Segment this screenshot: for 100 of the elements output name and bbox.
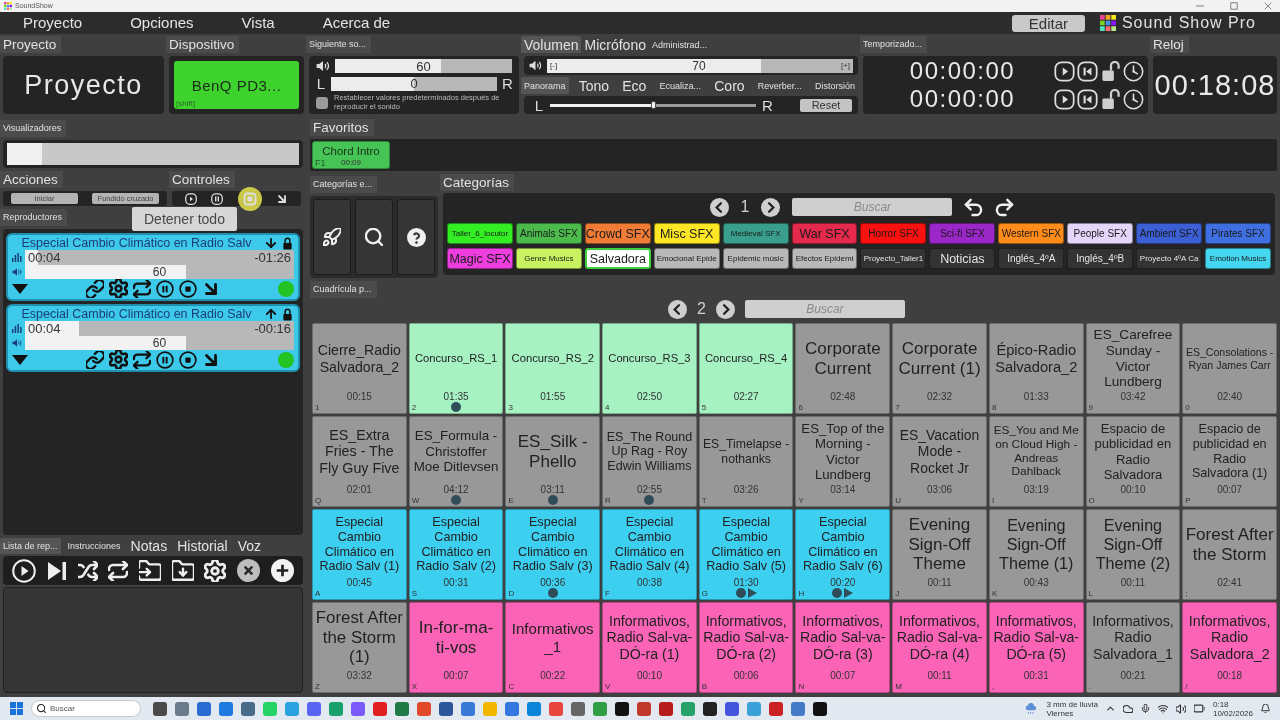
volume-slider[interactable]: 60 — [25, 265, 294, 279]
sound-tile[interactable]: Corporate Current (1) 02:32 7 — [892, 323, 987, 414]
microphone-icon[interactable] — [1140, 704, 1150, 713]
menu-item[interactable]: Vista — [241, 13, 275, 33]
gear-icon[interactable] — [109, 279, 128, 298]
stop-icon[interactable] — [179, 350, 197, 369]
progress-bar[interactable]: 00:04 -01:26 — [25, 250, 294, 265]
audio-tab[interactable]: Micrófono — [581, 36, 649, 53]
sound-tile[interactable]: Informativos, Radio Salvadora_2 00:18 / — [1182, 602, 1277, 693]
app-icon[interactable] — [615, 701, 629, 716]
reset-checkbox[interactable] — [316, 96, 328, 109]
volume-slider[interactable]: 60 — [25, 336, 294, 350]
category-chip[interactable]: Epidemic músic — [722, 248, 789, 269]
folder-download-icon[interactable] — [171, 559, 194, 582]
launch-button[interactable] — [313, 199, 351, 275]
sound-tile[interactable]: ES_Top of the Morning - Victor Lundberg 03:14 Y — [795, 416, 891, 507]
help-button[interactable] — [397, 199, 435, 275]
effect-tab[interactable]: Ecualiza... — [656, 77, 705, 94]
sound-tile[interactable]: Espacio de publicidad en Radio Salvadora 00:10 O — [1085, 416, 1181, 507]
category-chip[interactable]: Efectos Epidemi — [791, 248, 858, 269]
effect-tab[interactable]: Coro — [711, 77, 748, 94]
search-field[interactable]: Buscar — [792, 198, 953, 216]
master-volume-slider[interactable]: [-] 70 [+] — [547, 58, 853, 73]
balance-slider[interactable]: 0 — [331, 76, 497, 91]
sound-tile[interactable]: Informativos, Radio Sal-va-DÓ-ra (1) 00:10 V — [602, 602, 697, 693]
playlist-tab[interactable]: Lista de rep... — [0, 538, 61, 554]
category-chip[interactable]: Proyecto 4ºA Ca — [1136, 248, 1203, 269]
category-chip[interactable]: Pirates SFX — [1205, 223, 1271, 244]
sound-tile[interactable]: Informativos _1 00:22 C — [505, 602, 601, 693]
sound-tile[interactable]: Especial Cambio Climático en Radio Salv (3) 00:36 D — [505, 509, 601, 600]
category-chip[interactable]: People SFX — [1067, 223, 1134, 244]
clock-icon[interactable] — [1123, 88, 1144, 110]
sound-tile[interactable]: Concurso_RS_2 01:55 3 — [505, 323, 601, 414]
category-chip[interactable]: Salvadora — [584, 248, 651, 269]
play-icon[interactable] — [1054, 60, 1075, 82]
reset-button[interactable]: Reset — [800, 98, 852, 112]
sound-tile[interactable]: Corporate Current 02:48 6 — [795, 323, 891, 414]
category-chip[interactable]: Emotion Musics — [1205, 248, 1271, 269]
sound-tile[interactable]: ES_The Round Up Rag - Roy Edwin Williams 02:55 R — [602, 416, 697, 507]
folder-icon[interactable] — [138, 559, 161, 582]
sound-tile[interactable]: Concurso_RS_3 02:50 4 — [602, 323, 697, 414]
skip-back-icon[interactable] — [1077, 88, 1098, 110]
chevron-right-icon[interactable] — [715, 299, 735, 319]
cloud-icon[interactable] — [1122, 703, 1133, 714]
category-chip[interactable]: Horror SFX — [860, 223, 927, 244]
category-chip[interactable]: Noticias — [929, 248, 996, 269]
device-button[interactable]: BenQ PD3... [shift] — [174, 61, 299, 109]
chevron-left-icon[interactable] — [709, 197, 729, 217]
effect-tab[interactable]: Eco — [619, 77, 650, 94]
menu-item[interactable]: Opciones — [130, 13, 194, 33]
sound-tile[interactable]: Evening Sign-Off Theme 00:11 J — [892, 509, 987, 600]
repeat-icon[interactable] — [133, 279, 151, 298]
sound-tile[interactable]: ES_Extra Fries - The Fly Guy Five 02:01 Q — [312, 416, 407, 507]
sound-tile[interactable]: Informativos, Radio Salvadora_1 00:21 . — [1085, 602, 1181, 693]
sound-tile[interactable]: Espacio de publicidad en Radio Salvadora (1) 00:07 P — [1182, 416, 1277, 507]
search-field[interactable]: Buscar — [744, 300, 905, 318]
category-chip[interactable]: Crowd SFX — [584, 223, 651, 244]
sound-tile[interactable]: Forest After the Storm 02:41 ; — [1182, 509, 1277, 600]
caret-down-icon[interactable] — [12, 354, 28, 365]
app-icon[interactable] — [153, 701, 167, 716]
sound-tile[interactable]: ES_Vacation Mode - Rocket Jr 03:06 U — [892, 416, 987, 507]
audio-tab[interactable]: Administrad... — [648, 36, 710, 53]
repeat-icon[interactable] — [133, 350, 151, 369]
sound-tile[interactable]: Informativos, Radio Sal-va-DÓ-ra (2) 00:06 B — [698, 602, 794, 693]
link-icon[interactable] — [86, 279, 104, 298]
category-chip[interactable]: Western SFX — [998, 223, 1065, 244]
arrow-down-right-icon[interactable] — [275, 192, 288, 205]
sound-tile[interactable]: Concurso_RS_4 02:27 5 — [698, 323, 794, 414]
stop-icon[interactable] — [179, 279, 197, 298]
sound-tile[interactable]: Épico-Radio Salvadora_2 01:33 8 — [988, 323, 1084, 414]
category-chip[interactable]: Medieval SFX — [722, 223, 789, 244]
pause-icon[interactable] — [156, 279, 174, 298]
volume-slider[interactable]: 60 — [335, 59, 512, 73]
pause-icon[interactable] — [156, 350, 174, 369]
shuffle-icon[interactable] — [77, 560, 98, 581]
category-chip[interactable]: Inglés_4ºA — [998, 248, 1065, 269]
undo-icon[interactable] — [964, 197, 984, 217]
category-chip[interactable]: Proyecto_Taller1 — [860, 248, 927, 269]
audio-tab[interactable]: Volumen — [521, 36, 582, 53]
category-chip[interactable]: Emocional Epide — [653, 248, 720, 269]
category-chip[interactable]: Genre Musics — [515, 248, 582, 269]
category-chip[interactable]: Taller_6_locutor — [447, 223, 513, 244]
search-button[interactable] — [355, 199, 393, 275]
close-icon[interactable] — [236, 559, 260, 582]
play-icon[interactable] — [1054, 88, 1075, 110]
menu-item[interactable]: Proyecto — [23, 13, 83, 33]
effect-tab[interactable]: Tono — [575, 77, 613, 94]
playlist-tab[interactable]: Instrucciones — [64, 538, 124, 554]
sound-tile[interactable]: ES_Timelapse - nothanks 03:26 T — [698, 416, 794, 507]
sound-tile[interactable]: Evening Sign-Off Theme (1) 00:43 K — [988, 509, 1084, 600]
menu-item[interactable]: Acerca de — [322, 13, 391, 33]
skip-forward-icon[interactable] — [47, 560, 67, 581]
sound-tile[interactable]: Informativos, Radio Sal-va-DÓ-ra (3) 00:07 N — [795, 602, 891, 693]
sound-tile[interactable]: Especial Cambio Climático en Radio Salv (2) 00:31 S — [408, 509, 504, 600]
app-icon[interactable] — [703, 701, 717, 716]
gear-icon[interactable] — [109, 350, 128, 369]
caret-down-icon[interactable] — [12, 283, 28, 294]
chevron-up-icon[interactable] — [1105, 704, 1115, 713]
bell-icon[interactable] — [1261, 704, 1270, 713]
progress-bar[interactable]: 00:04 -00:16 — [25, 321, 294, 336]
